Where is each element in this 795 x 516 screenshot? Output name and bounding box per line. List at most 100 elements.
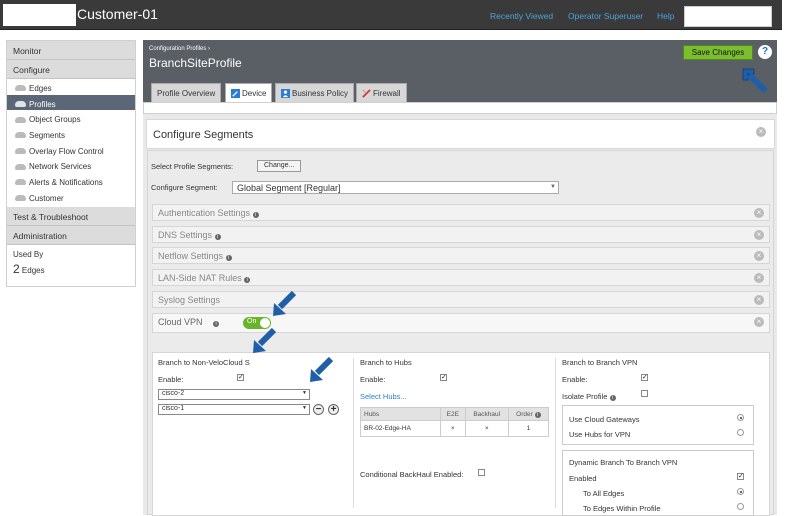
non-velo-site-select-2[interactable]: cisco-1 ▼ xyxy=(158,404,310,415)
isolate-profile-checkbox[interactable] xyxy=(641,390,648,397)
expand-icon[interactable]: × xyxy=(754,295,764,305)
breadcrumb[interactable]: Configuration Profiles › xyxy=(149,46,210,52)
column-hubs: Hubs xyxy=(360,407,441,421)
segments-panel: Select Profile Segments: Change... Confi… xyxy=(147,150,774,516)
remove-site-button[interactable]: − xyxy=(313,404,324,415)
configure-segments-header: Configure Segments × xyxy=(146,119,775,149)
use-hubs-for-vpn-radio[interactable] xyxy=(737,429,744,436)
b2b-enable-label: Enable: xyxy=(562,375,588,384)
tab-business-policy[interactable]: Business Policy xyxy=(275,83,355,102)
cloud-icon xyxy=(15,195,26,202)
sidebar-item-overlay-flow-control[interactable]: Overlay Flow Control xyxy=(7,142,135,158)
expand-icon[interactable]: × xyxy=(754,273,764,283)
info-icon: i xyxy=(252,212,259,218)
sidebar-test-troubleshoot[interactable]: Test & Troubleshoot xyxy=(7,206,135,226)
cloud-icon xyxy=(15,148,26,155)
to-all-edges-radio[interactable] xyxy=(737,488,744,495)
sidebar-item-customer[interactable]: Customer xyxy=(7,189,135,205)
tab-content-strip xyxy=(143,102,777,114)
non-velo-site-select-1[interactable]: cisco-2 ▼ xyxy=(158,389,310,400)
to-all-edges-label: To All Edges xyxy=(583,489,625,498)
chevron-down-icon: ▼ xyxy=(550,184,556,190)
select-profile-segments-label: Select Profile Segments: xyxy=(151,162,234,171)
expand-icon[interactable]: × xyxy=(754,251,764,261)
hub-backhaul[interactable]: × xyxy=(464,420,509,437)
change-segments-button[interactable]: Change... xyxy=(257,160,302,172)
page-title: BranchSiteProfile xyxy=(149,56,242,70)
sidebar-item-edges[interactable]: Edges xyxy=(7,79,135,95)
collapse-icon[interactable]: × xyxy=(754,317,764,327)
sidebar-item-network-services[interactable]: Network Services xyxy=(7,157,135,173)
authentication-settings-section[interactable]: Authentication Settings i × xyxy=(152,204,770,221)
tab-firewall[interactable]: Firewall xyxy=(356,83,407,102)
sidebar-configure[interactable]: Configure xyxy=(7,60,135,79)
logo xyxy=(3,4,76,26)
chevron-down-icon: ▼ xyxy=(302,405,307,411)
use-hubs-for-vpn-label: Use Hubs for VPN xyxy=(569,430,631,439)
netflow-settings-section[interactable]: Netflow Settings i × xyxy=(152,247,770,264)
help-link[interactable]: Help xyxy=(657,11,674,21)
lan-side-nat-rules-section[interactable]: LAN-Side NAT Rules i × xyxy=(152,269,770,286)
sidebar-item-profiles[interactable]: Profiles xyxy=(7,94,135,111)
cloud-icon xyxy=(15,85,26,92)
chevron-down-icon: ▼ xyxy=(302,390,307,396)
tab-device[interactable]: Device xyxy=(225,83,273,103)
syslog-settings-section[interactable]: Syslog Settings × xyxy=(152,291,770,308)
expand-icon[interactable]: × xyxy=(754,230,764,240)
cloud-icon xyxy=(15,179,26,186)
cloud-icon xyxy=(15,163,26,170)
conditional-backhaul-checkbox[interactable] xyxy=(478,469,485,476)
cloud-vpn-header: Cloud VPN i On × xyxy=(152,313,770,333)
isolate-profile-label: Isolate Profile i xyxy=(562,392,616,401)
column-order: Order i xyxy=(507,407,550,421)
main-content: Configuration Profiles › BranchSiteProfi… xyxy=(143,40,777,516)
hub-order[interactable]: 1 xyxy=(507,420,550,437)
add-site-button[interactable]: + xyxy=(328,404,339,415)
cloud-icon xyxy=(15,101,26,108)
expand-icon[interactable]: × xyxy=(754,208,764,218)
wrench-icon xyxy=(231,89,240,98)
sidebar-administration[interactable]: Administration xyxy=(7,225,135,245)
customer-name[interactable]: Customer-01 xyxy=(77,6,158,22)
collapse-icon[interactable]: × xyxy=(756,127,766,137)
use-cloud-gateways-label: Use Cloud Gateways xyxy=(569,415,640,424)
operator-link[interactable]: Operator Superuser xyxy=(568,11,643,21)
hubs-enable-label: Enable: xyxy=(360,375,386,384)
save-changes-button[interactable]: Save Changes xyxy=(683,45,753,60)
used-by-unit: Edges xyxy=(21,265,45,275)
search-input[interactable] xyxy=(684,6,772,27)
info-icon: i xyxy=(213,321,220,327)
firewall-icon xyxy=(362,89,371,98)
hub-name: BR-02-Edge-HA xyxy=(360,420,441,437)
configure-segment-label: Configure Segment: xyxy=(151,183,218,192)
hubs-title: Branch to Hubs xyxy=(360,358,412,367)
use-cloud-gateways-radio[interactable] xyxy=(737,414,744,421)
b2b-enable-checkbox[interactable]: ✓ xyxy=(641,374,648,381)
sidebar-item-alerts[interactable]: Alerts & Notifications xyxy=(7,173,135,189)
dynamic-enabled-checkbox[interactable]: ✓ xyxy=(737,473,744,480)
info-icon: i xyxy=(244,277,251,283)
configure-segment-select[interactable]: Global Segment [Regular] ▼ xyxy=(232,181,559,194)
to-edges-within-profile-radio[interactable] xyxy=(737,503,744,510)
arrow-pointer-icon xyxy=(273,290,297,316)
table-row[interactable]: BR-02-Edge-HA × × 1 xyxy=(360,420,550,437)
non-velo-enable-checkbox[interactable]: ✓ xyxy=(237,374,244,381)
sidebar: Monitor Configure Edges Profiles Object … xyxy=(6,40,136,287)
to-edges-within-profile-label: To Edges Within Profile xyxy=(583,504,661,513)
tab-profile-overview[interactable]: Profile Overview xyxy=(151,83,222,102)
help-icon[interactable]: ? xyxy=(758,45,772,59)
hub-e2e[interactable]: × xyxy=(440,420,466,437)
hubs-table: Hubs E2E Backhaul Order i BR-02-Edge-HA … xyxy=(360,407,550,437)
recently-viewed-link[interactable]: Recently Viewed xyxy=(490,11,553,21)
table-header-row: Hubs E2E Backhaul Order i xyxy=(360,407,550,421)
sidebar-item-segments[interactable]: Segments xyxy=(7,126,135,142)
hubs-enable-checkbox[interactable]: ✓ xyxy=(440,374,447,381)
dns-settings-section[interactable]: DNS Settings i × xyxy=(152,226,770,243)
select-hubs-link[interactable]: Select Hubs... xyxy=(360,392,407,401)
person-icon xyxy=(281,89,290,98)
sidebar-monitor[interactable]: Monitor xyxy=(7,41,135,60)
info-icon: i xyxy=(214,234,221,240)
sidebar-item-object-groups[interactable]: Object Groups xyxy=(7,110,135,126)
cloud-vpn-body: Branch to Non-VeloCloud S Enable: ✓ cisc… xyxy=(152,352,770,516)
used-by-count[interactable]: 2 xyxy=(13,262,20,276)
